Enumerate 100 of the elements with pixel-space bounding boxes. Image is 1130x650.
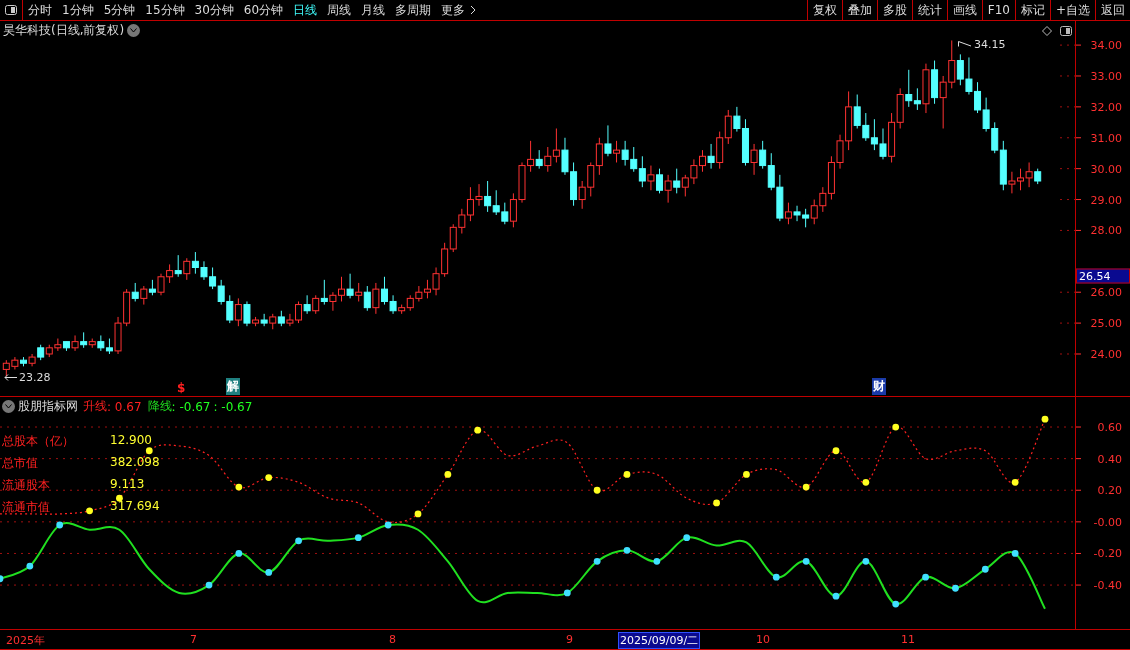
- candlestick: [544, 146, 552, 173]
- candlestick: [784, 202, 792, 225]
- candlestick: [613, 140, 621, 163]
- candlestick: [913, 87, 921, 111]
- high-price-label: 34.15: [974, 38, 1006, 51]
- toolbar-button[interactable]: +自选: [1049, 0, 1095, 20]
- event-marker[interactable]: $: [176, 381, 187, 395]
- candlestick: [707, 143, 715, 170]
- series-name: 降线: [147, 398, 172, 415]
- indicator-tick: -0.00: [1093, 515, 1122, 529]
- candlestick: [372, 282, 380, 315]
- panel-icon[interactable]: [1060, 26, 1072, 36]
- toolbar-button[interactable]: 复权: [806, 0, 842, 20]
- candlestick: [363, 285, 371, 312]
- candlestick: [604, 124, 612, 157]
- panel-icon: [5, 5, 17, 15]
- candlestick: [71, 334, 79, 352]
- candlestick: [759, 140, 767, 170]
- more-menu[interactable]: 更多: [436, 1, 471, 19]
- price-tick: 28.00: [1090, 223, 1122, 237]
- price-tick: 24.00: [1090, 347, 1122, 361]
- candlestick: [535, 149, 543, 170]
- indicator-tick: -0.20: [1093, 546, 1122, 560]
- chart-title: 昊华科技(日线,前复权): [3, 22, 125, 39]
- chevron-right-icon: [470, 5, 477, 15]
- event-marker[interactable]: 解: [226, 378, 240, 395]
- stat-value: 382.098: [110, 455, 160, 471]
- candlestick: [303, 294, 311, 315]
- candlestick: [346, 273, 354, 299]
- candlestick: [131, 282, 139, 302]
- candlestick: [234, 297, 242, 327]
- candlestick: [750, 143, 758, 176]
- indicator-tick: -0.40: [1093, 578, 1122, 592]
- date-label: 2025年: [5, 633, 46, 649]
- price-tick: 26.00: [1090, 285, 1122, 299]
- toolbar-button[interactable]: 统计: [911, 0, 947, 20]
- candlestick: [260, 313, 268, 327]
- indicator-tick: 0.20: [1097, 483, 1122, 497]
- candlestick: [552, 128, 560, 163]
- period-tab[interactable]: 多周期: [390, 1, 437, 19]
- series-name: 升线: [83, 398, 107, 415]
- indicator-reading: : -0.67: [171, 399, 211, 414]
- event-marker[interactable]: 财: [872, 378, 886, 395]
- stat-label: 流通市值: [2, 499, 51, 516]
- date-label: 2025/09/09/二: [618, 632, 701, 649]
- candlestick: [595, 137, 603, 176]
- stat-label: 流通股本: [2, 477, 51, 494]
- candlestick: [724, 109, 732, 145]
- candlestick: [647, 165, 655, 191]
- date-label: 9: [565, 632, 574, 647]
- toolbar-button[interactable]: 标记: [1014, 0, 1050, 20]
- stat-value: 9.113: [110, 477, 146, 493]
- date-label: 7: [189, 632, 198, 647]
- candlestick: [183, 257, 191, 281]
- candlestick: [664, 174, 672, 204]
- period-tab[interactable]: 1分钟: [57, 1, 99, 19]
- period-tab[interactable]: 15分钟: [140, 1, 190, 19]
- candlestick: [174, 254, 182, 278]
- toolbar-button[interactable]: F10: [981, 0, 1015, 20]
- stat-label: 总市值: [2, 455, 39, 472]
- date-label: 11: [900, 632, 916, 647]
- period-tab[interactable]: 分时: [23, 1, 57, 19]
- candlestick: [243, 300, 251, 327]
- candlestick: [638, 155, 646, 188]
- candlestick: [312, 294, 320, 315]
- period-tab[interactable]: 60分钟: [238, 1, 289, 19]
- candlestick: [355, 282, 363, 302]
- period-tab[interactable]: 周线: [322, 1, 357, 19]
- stat-label: 总股本（亿）: [2, 433, 75, 450]
- toolbar-button[interactable]: 多股: [876, 0, 912, 20]
- period-tab[interactable]: 月线: [356, 1, 391, 19]
- period-tab[interactable]: 5分钟: [98, 1, 141, 19]
- price-tick: 32.00: [1090, 100, 1122, 114]
- toolbar-button[interactable]: 返回: [1095, 0, 1130, 20]
- indicator-tick: 0.40: [1097, 452, 1122, 466]
- date-label: 10: [755, 632, 771, 647]
- stat-value: 12.900: [110, 433, 153, 449]
- date-label: 8: [388, 632, 397, 647]
- candlestick: [484, 180, 492, 213]
- price-tick: 34.00: [1090, 38, 1122, 52]
- dropdown-icon[interactable]: [2, 400, 15, 413]
- toolbar-button[interactable]: 叠加: [841, 0, 877, 20]
- period-tab[interactable]: 日线: [288, 1, 323, 19]
- diamond-icon[interactable]: [1042, 26, 1052, 36]
- indicator-reading: : -0.67: [213, 399, 253, 414]
- price-tick: 25.00: [1090, 316, 1122, 330]
- candlestick: [905, 69, 913, 108]
- indicator-reading: : 0.67: [107, 399, 142, 414]
- dropdown-icon[interactable]: [127, 24, 140, 37]
- toolbar-button[interactable]: 画线: [946, 0, 982, 20]
- low-price-label: 23.28: [19, 371, 51, 384]
- candlestick: [320, 279, 328, 306]
- price-tick: 33.00: [1090, 69, 1122, 83]
- price-tick: 31.00: [1090, 131, 1122, 145]
- candlestick: [140, 285, 148, 306]
- indicator-tick: 0.60: [1097, 420, 1122, 434]
- candlestick: [673, 168, 681, 194]
- candlestick: [656, 168, 664, 194]
- price-tick: 30.00: [1090, 162, 1122, 176]
- period-tab[interactable]: 30分钟: [189, 1, 239, 19]
